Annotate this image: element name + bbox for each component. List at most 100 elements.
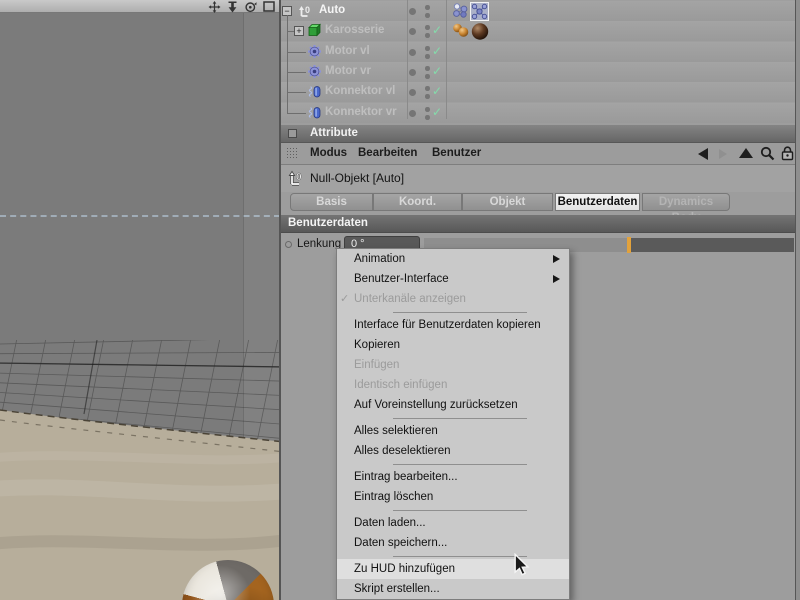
- svg-text:0: 0: [296, 172, 302, 183]
- object-name[interactable]: Konnektor vl: [325, 85, 395, 97]
- menubar-item-modus[interactable]: Modus: [310, 147, 347, 159]
- panel-grip-icon[interactable]: [286, 147, 299, 160]
- tree-line: [287, 31, 294, 32]
- tab-dynamics-body[interactable]: Dynamics Body: [642, 193, 730, 211]
- visibility-dot[interactable]: [409, 49, 416, 56]
- object-row[interactable]: Motor vr ✓: [280, 62, 795, 82]
- menu-item-benutzer-interface[interactable]: Benutzer-Interface: [337, 269, 569, 289]
- tab-benutzerdaten[interactable]: Benutzerdaten: [555, 193, 640, 211]
- menu-item-daten-laden[interactable]: Daten laden...: [337, 513, 569, 533]
- enabled-check-icon[interactable]: ✓: [432, 105, 442, 119]
- userdata-section-header: Benutzerdaten: [280, 215, 795, 233]
- enabled-check-icon[interactable]: ✓: [432, 44, 442, 58]
- render-visibility-dot[interactable]: [425, 86, 430, 91]
- object-name[interactable]: Auto: [319, 4, 345, 16]
- render-visibility-dot[interactable]: [425, 25, 430, 30]
- maximize-icon[interactable]: [262, 1, 275, 13]
- object-name[interactable]: Karosserie: [325, 24, 384, 36]
- keyframe-circle-icon[interactable]: [285, 241, 292, 248]
- object-manager: −0Auto+Karosserie✓Motor vl✓Motor vr✓Konn…: [280, 0, 795, 122]
- menu-item-skript-erstellen[interactable]: Skript erstellen...: [337, 579, 569, 599]
- object-row[interactable]: Konnektor vl ✓: [280, 82, 795, 102]
- workplane-dashed-line: [0, 215, 280, 217]
- menu-check-icon: ✓: [340, 289, 349, 309]
- object-name[interactable]: Motor vl: [325, 45, 370, 57]
- visibility-dot[interactable]: [409, 28, 416, 35]
- panel-title: Attribute: [310, 127, 358, 139]
- viewport-canvas[interactable]: [0, 13, 280, 600]
- menu-item-alles-selektieren[interactable]: Alles selektieren: [337, 421, 569, 441]
- submenu-arrow-icon: [553, 275, 560, 283]
- tree-line: [287, 113, 306, 114]
- parent-up-icon[interactable]: [739, 148, 753, 158]
- viewport-title-bar: [0, 0, 280, 13]
- context-menu: AnimationBenutzer-InterfaceUnterkanäle a…: [336, 248, 570, 600]
- dolly-icon[interactable]: [226, 1, 239, 13]
- panel-divider[interactable]: [279, 0, 281, 600]
- object-row[interactable]: Motor vl ✓: [280, 42, 795, 62]
- render-visibility-dot[interactable]: [425, 5, 430, 10]
- visibility-dot[interactable]: [409, 89, 416, 96]
- rotate-icon[interactable]: [244, 1, 257, 13]
- tab-basis[interactable]: Basis: [290, 193, 373, 211]
- cube-icon: [307, 23, 322, 43]
- history-back-icon[interactable]: [698, 148, 708, 160]
- attribute-panel-header: Attribute: [280, 125, 795, 143]
- column-divider: [446, 0, 447, 119]
- object-row[interactable]: + Karosserie ✓: [280, 21, 795, 41]
- object-row[interactable]: −0Auto: [280, 1, 795, 21]
- column-divider: [407, 0, 408, 119]
- render-visibility-dot[interactable]: [425, 46, 430, 51]
- panel-pin-box[interactable]: [288, 129, 297, 138]
- object-row[interactable]: Konnektor vr ✓: [280, 103, 795, 123]
- search-icon[interactable]: [760, 146, 775, 166]
- tree-line: [287, 92, 306, 93]
- mouse-cursor: [512, 553, 531, 582]
- attribute-menubar: Modus Bearbeiten Benutzer: [280, 143, 795, 165]
- tab-objekt[interactable]: Objekt: [462, 193, 553, 211]
- pan-icon[interactable]: [208, 1, 221, 13]
- 3d-viewport[interactable]: [0, 0, 280, 600]
- render-visibility-dot[interactable]: [425, 94, 430, 99]
- render-visibility-dot[interactable]: [425, 107, 430, 112]
- tree-line: [287, 15, 288, 113]
- enabled-check-icon[interactable]: ✓: [432, 64, 442, 78]
- menu-item-unterkanäle-anzeigen: Unterkanäle anzeigen✓: [337, 289, 569, 309]
- menu-item-daten-speichern[interactable]: Daten speichern...: [337, 533, 569, 553]
- menubar-item-benutzer[interactable]: Benutzer: [432, 147, 481, 159]
- render-visibility-dot[interactable]: [425, 115, 430, 120]
- tree-line: [287, 72, 306, 73]
- slider-knob[interactable]: [627, 237, 631, 253]
- material-tag-orange-icon[interactable]: [452, 22, 470, 44]
- render-visibility-dot[interactable]: [425, 54, 430, 59]
- visibility-dot[interactable]: [409, 8, 416, 15]
- menu-item-eintrag-bearbeiten[interactable]: Eintrag bearbeiten...: [337, 467, 569, 487]
- gear-icon: [307, 64, 322, 84]
- gear-icon: [307, 44, 322, 64]
- expand-toggle-icon[interactable]: +: [294, 26, 304, 36]
- render-visibility-dot[interactable]: [425, 33, 430, 38]
- panel-right-edge: [795, 0, 800, 600]
- menu-item-interface-für-benutzerdaten-kopieren[interactable]: Interface für Benutzerdaten kopieren: [337, 315, 569, 335]
- visibility-dot[interactable]: [409, 110, 416, 117]
- render-visibility-dot[interactable]: [425, 66, 430, 71]
- section-title: Benutzerdaten: [288, 217, 368, 229]
- object-name[interactable]: Motor vr: [325, 65, 371, 77]
- render-visibility-dot[interactable]: [425, 13, 430, 18]
- menu-item-einfügen: Einfügen: [337, 355, 569, 375]
- object-name[interactable]: Konnektor vr: [325, 106, 397, 118]
- menubar-item-bearbeiten[interactable]: Bearbeiten: [358, 147, 417, 159]
- menu-item-auf-voreinstellung-zurücksetzen[interactable]: Auf Voreinstellung zurücksetzen: [337, 395, 569, 415]
- menu-item-eintrag-löschen[interactable]: Eintrag löschen: [337, 487, 569, 507]
- render-visibility-dot[interactable]: [425, 74, 430, 79]
- visibility-dot[interactable]: [409, 69, 416, 76]
- menu-item-animation[interactable]: Animation: [337, 249, 569, 269]
- enabled-check-icon[interactable]: ✓: [432, 23, 442, 37]
- tab-koord-[interactable]: Koord.: [373, 193, 462, 211]
- submenu-arrow-icon: [553, 255, 560, 263]
- menu-item-alles-deselektieren[interactable]: Alles deselektieren: [337, 441, 569, 461]
- menu-item-zu-hud-hinzufügen[interactable]: Zu HUD hinzufügen: [337, 559, 569, 579]
- lock-icon[interactable]: [781, 146, 794, 166]
- enabled-check-icon[interactable]: ✓: [432, 84, 442, 98]
- menu-item-kopieren[interactable]: Kopieren: [337, 335, 569, 355]
